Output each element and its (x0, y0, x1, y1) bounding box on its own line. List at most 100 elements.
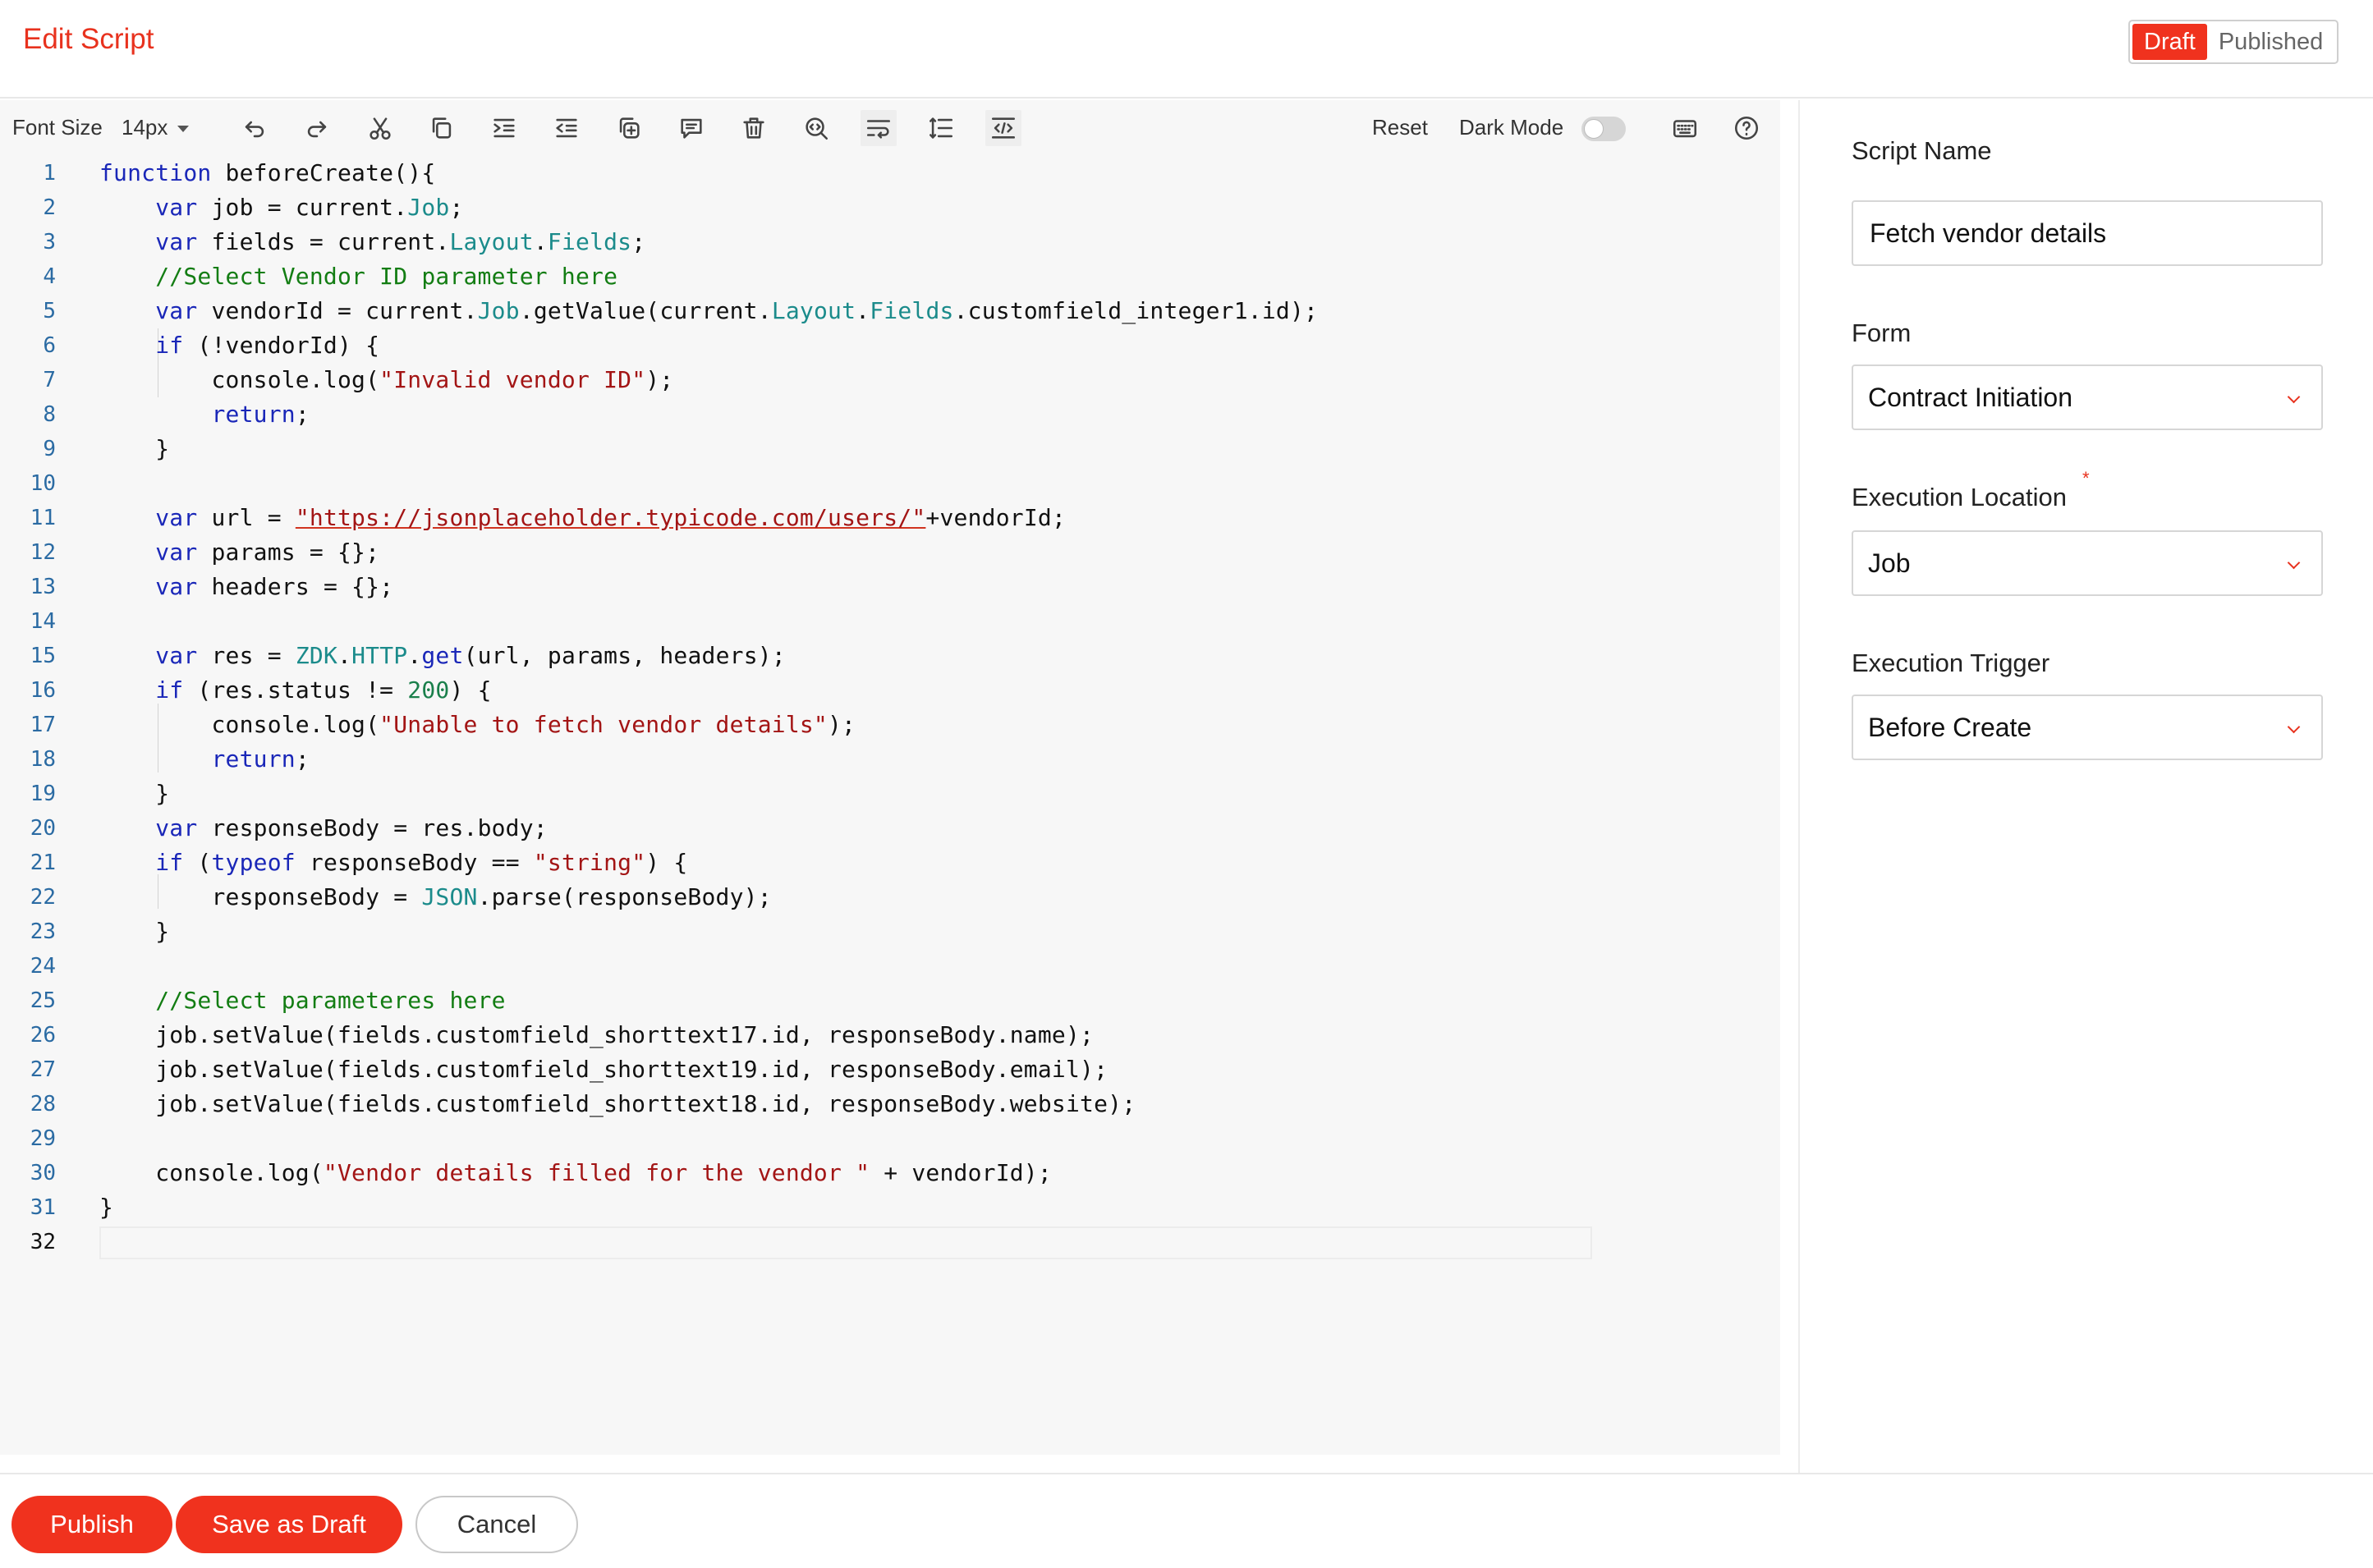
code-token: . (407, 642, 422, 669)
find-icon[interactable] (800, 112, 833, 144)
code-tag-icon[interactable] (985, 110, 1021, 146)
code-token: console.log( (99, 1159, 324, 1186)
code-token: //Select parameteres here (155, 987, 506, 1014)
line-number: 18 (30, 747, 56, 772)
execution-location-label: Execution Location (1852, 483, 2067, 511)
code-line: var headers = {}; (99, 570, 393, 604)
line-number: 29 (30, 1126, 56, 1151)
code-line: if (typeof responseBody == "string") { (99, 846, 687, 880)
code-line: } (99, 777, 169, 811)
indent-icon[interactable] (488, 112, 521, 144)
chevron-down-icon (2287, 720, 2301, 734)
code-token: + vendorId); (870, 1159, 1052, 1186)
code-token: params = {}; (197, 539, 380, 566)
execution-trigger-label: Execution Trigger (1852, 649, 2050, 677)
code-token: url = (197, 504, 296, 531)
help-icon[interactable] (1730, 112, 1763, 144)
copy-icon[interactable] (425, 112, 458, 144)
script-name-input[interactable]: Fetch vendor details (1852, 200, 2323, 266)
line-number: 2 (43, 195, 56, 220)
delete-icon[interactable] (737, 112, 770, 144)
code-line: console.log("Invalid vendor ID"); (99, 363, 673, 397)
code-token: responseBody == (295, 849, 534, 876)
reset-button[interactable]: Reset (1372, 115, 1428, 140)
code-line: } (99, 915, 169, 949)
code-token: "Invalid vendor ID" (379, 366, 646, 393)
form-label: Form (1852, 319, 1912, 347)
save-as-draft-button[interactable]: Save as Draft (176, 1496, 402, 1553)
code-token: res = (197, 642, 296, 669)
code-token: beforeCreate(){ (211, 159, 436, 186)
execution-trigger-select[interactable]: Before Create (1852, 695, 2323, 760)
code-line: if (res.status != 200) { (99, 673, 492, 708)
line-number: 30 (30, 1161, 56, 1185)
code-token: job.setValue(fields.customfield_shorttex… (99, 1021, 1095, 1048)
line-number: 8 (43, 402, 56, 427)
code-line: var fields = current.Layout.Fields; (99, 225, 645, 259)
code-line: function beforeCreate(){ (99, 156, 435, 190)
publish-button[interactable]: Publish (11, 1496, 172, 1553)
code-token: . (337, 642, 352, 669)
code-token: var (155, 573, 198, 600)
line-spacing-icon[interactable] (925, 112, 957, 144)
code-token: "string" (533, 849, 646, 876)
line-number: 13 (30, 575, 56, 599)
code-token: job.setValue(fields.customfield_shorttex… (99, 1056, 1108, 1083)
code-token: Job (407, 194, 450, 221)
code-token: "Unable to fetch vendor details" (379, 711, 828, 738)
status-draft-option[interactable]: Draft (2132, 24, 2207, 60)
code-token: //Select Vendor ID parameter here (155, 263, 618, 290)
code-line: job.setValue(fields.customfield_shorttex… (99, 1052, 1108, 1087)
code-token: . (533, 228, 548, 255)
cancel-button[interactable]: Cancel (415, 1496, 578, 1553)
line-number: 32 (30, 1230, 56, 1254)
code-area[interactable]: 1 function beforeCreate(){2 var job = cur… (0, 156, 1780, 1455)
chevron-down-icon (177, 125, 190, 132)
comment-icon[interactable] (675, 112, 708, 144)
keyboard-icon[interactable] (1668, 112, 1701, 144)
code-token: var (155, 297, 198, 324)
code-line: var job = current.Job; (99, 190, 464, 225)
line-number: 27 (30, 1057, 56, 1082)
line-number: 25 (30, 988, 56, 1013)
code-line: job.setValue(fields.customfield_shorttex… (99, 1087, 1136, 1121)
line-number: 31 (30, 1195, 56, 1220)
dark-mode-toggle[interactable] (1581, 117, 1626, 141)
code-token: (url, params, headers); (463, 642, 786, 669)
code-token: if (155, 332, 184, 359)
code-token: ; (449, 194, 464, 221)
line-number: 9 (43, 437, 56, 461)
code-token: var (155, 642, 198, 669)
line-number: 5 (43, 299, 56, 323)
code-line: var responseBody = res.body; (99, 811, 548, 846)
wrap-icon[interactable] (861, 110, 897, 146)
code-token: vendorId = current. (197, 297, 478, 324)
code-token: get (421, 642, 464, 669)
line-number: 16 (30, 678, 56, 703)
page-header: Edit Script Draft Published (0, 0, 2373, 99)
form-select[interactable]: Contract Initiation (1852, 364, 2323, 430)
code-line: //Select Vendor ID parameter here (99, 259, 617, 294)
code-token: var (155, 228, 198, 255)
line-number: 23 (30, 919, 56, 944)
cut-icon[interactable] (364, 112, 397, 144)
line-number: 14 (30, 609, 56, 634)
duplicate-icon[interactable] (613, 112, 645, 144)
status-published-option[interactable]: Published (2207, 24, 2334, 60)
execution-location-select[interactable]: Job (1852, 530, 2323, 596)
redo-icon[interactable] (301, 112, 333, 144)
code-token: . (856, 297, 870, 324)
code-token: .getValue(current. (519, 297, 772, 324)
code-token: ) { (645, 849, 688, 876)
outdent-icon[interactable] (550, 112, 583, 144)
status-toggle[interactable]: Draft Published (2128, 20, 2339, 64)
code-line: responseBody = JSON.parse(responseBody); (99, 880, 772, 915)
font-size-select[interactable]: 14px (122, 115, 190, 140)
undo-icon[interactable] (238, 112, 271, 144)
code-line: return; (99, 397, 310, 432)
code-line: return; (99, 742, 310, 777)
